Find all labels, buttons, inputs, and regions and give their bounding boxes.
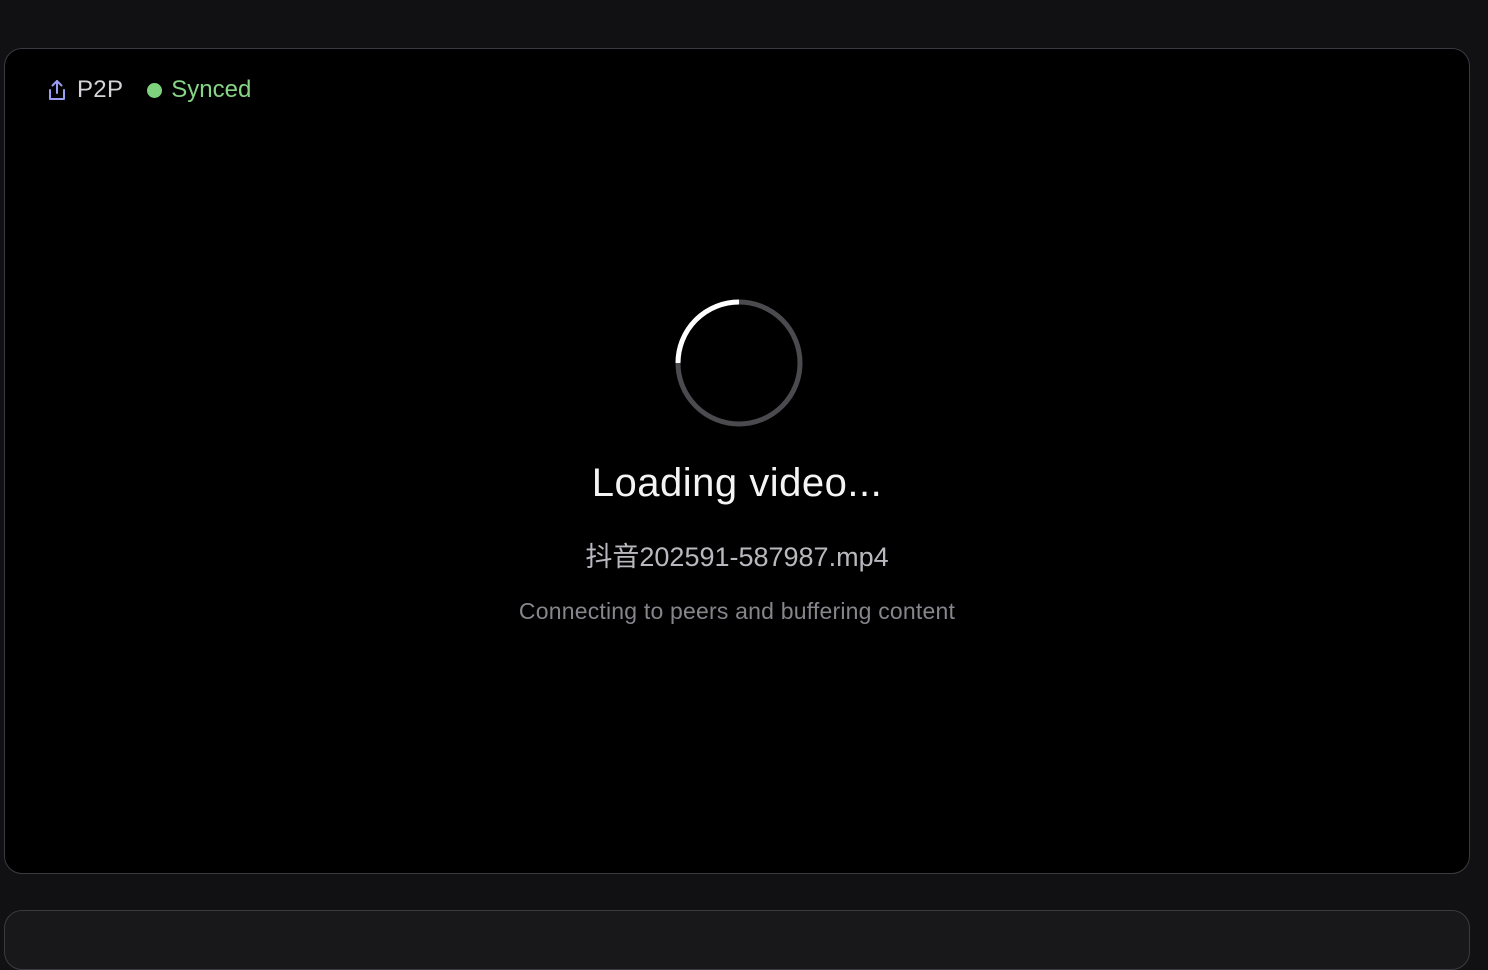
- loading-spinner-icon: [675, 299, 803, 427]
- loading-overlay: Loading video... 抖音202591-587987.mp4 Con…: [5, 49, 1469, 873]
- video-player[interactable]: P2P Synced Loading video... 抖音202591-587…: [4, 48, 1470, 874]
- loading-status-message: Connecting to peers and buffering conten…: [518, 598, 956, 624]
- secondary-panel: [4, 910, 1470, 970]
- video-file-name: 抖音202591-587987.mp4: [585, 542, 889, 572]
- loading-title: Loading video...: [591, 461, 883, 505]
